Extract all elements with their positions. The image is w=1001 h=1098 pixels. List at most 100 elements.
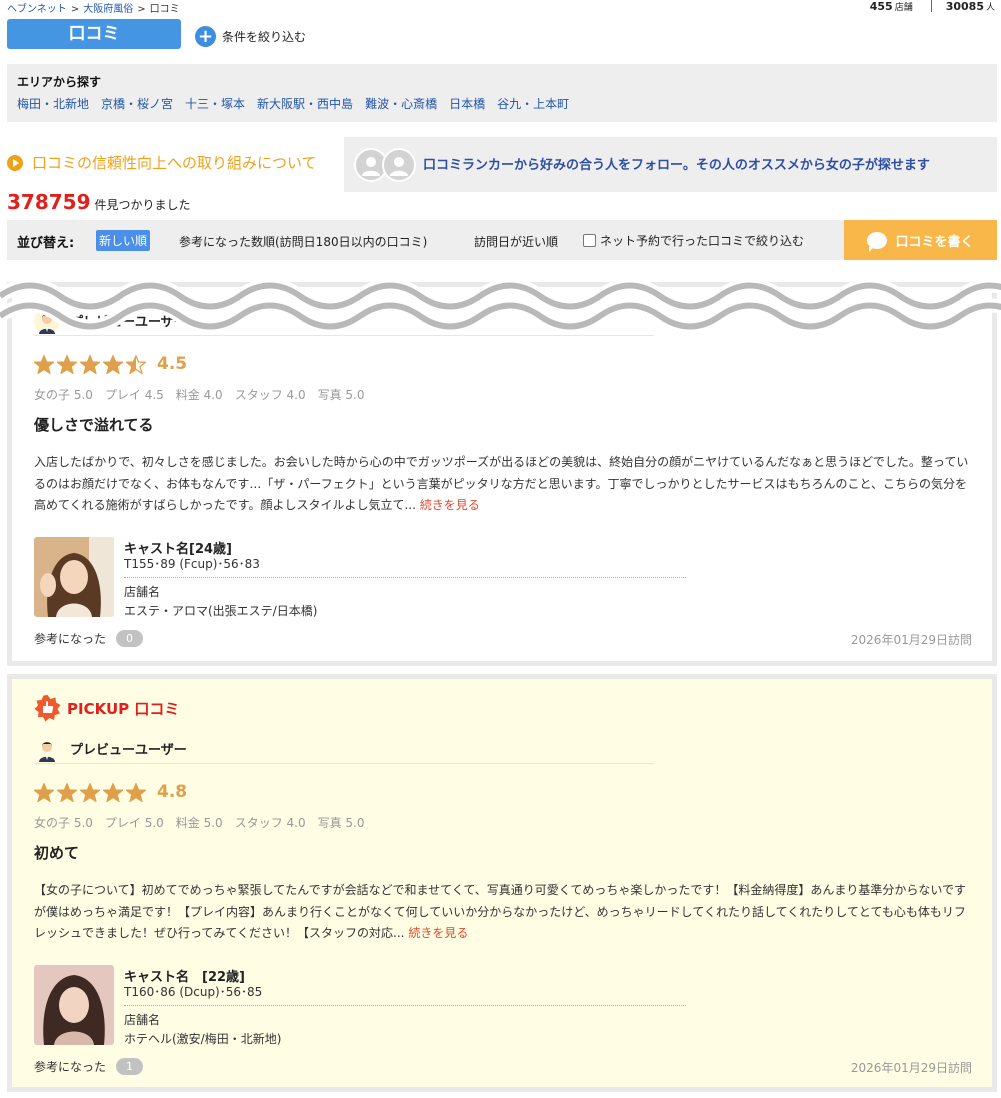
rating-score: 4.5 (157, 354, 188, 374)
ranker-avatars (354, 148, 422, 182)
breadcrumb-separator: > (137, 4, 146, 15)
speech-bubble-icon (867, 231, 888, 252)
sort-option-most-helpful[interactable]: 参考になった数順(訪問日180日以内の口コミ) (179, 233, 427, 250)
read-more-link[interactable]: 続きを見る (420, 498, 480, 512)
pickup-badge-icon (34, 695, 61, 722)
user-avatar-icon (39, 741, 55, 762)
sort-option-newest[interactable]: 新しい順 (96, 230, 151, 251)
result-count-number: 378759 (7, 190, 91, 214)
rating-score: 4.8 (157, 782, 188, 802)
read-more-link[interactable]: 続きを見る (408, 926, 468, 940)
filter-conditions-label: 条件を絞り込む (222, 29, 307, 44)
helpful-count-button[interactable]: 1 (116, 1058, 144, 1075)
area-link-shinosaka[interactable]: 新大阪駅・西中島 (257, 95, 353, 112)
top-bar: ヘブンネット > 大阪府風俗 > 口コミ 455 店舗 30085 人 (0, 0, 1001, 15)
net-reservation-checkbox[interactable] (583, 234, 596, 247)
helpful-label: 参考になった (34, 1060, 107, 1074)
stats-divider (930, 0, 932, 12)
rating-row: 4.8 (34, 782, 187, 802)
helpful-label: 参考になった (34, 632, 107, 646)
shop-label: 店舗名 (124, 1013, 161, 1027)
shops-unit: 店舗 (894, 3, 913, 13)
shop-label: 店舗名 (124, 585, 161, 599)
sort-bar: 並び替え: 新しい順 参考になった数順(訪問日180日以内の口コミ) 訪問日が近… (7, 220, 997, 260)
area-link-umeda[interactable]: 梅田・北新地 (17, 95, 89, 112)
cast-spec: T155･89 (Fcup)･56･83 (124, 557, 260, 571)
area-link-juso[interactable]: 十三・塚本 (185, 95, 245, 112)
breadcrumb-separator: > (70, 4, 80, 15)
net-reservation-filter[interactable]: ネット予約で行った口コミで絞り込む (583, 232, 804, 249)
breadcrumb-item-heavennet[interactable]: ヘブンネット (7, 4, 67, 15)
review-body-text: 【女の子について】初めてでめっちゃ緊張してたんですが会話などで和ませてくて、写真… (34, 883, 967, 940)
area-link-list: 梅田・北新地 京橋・桜ノ宮 十三・塚本 新大阪駅・西中島 難波・心斎橋 日本橋 … (17, 95, 569, 112)
write-review-button[interactable]: 口コミを書く (844, 220, 997, 260)
sub-ratings: 女の子 5.0 プレイ 5.0 料金 5.0 スタッフ 4.0 写真 5.0 (34, 816, 365, 830)
site-stats: 455 店舗 30085 人 (870, 0, 995, 13)
star-icon (80, 782, 100, 802)
star-icon (126, 782, 146, 802)
visit-date: 2026年01月29日訪問 (850, 633, 972, 647)
area-link-nipponbashi[interactable]: 日本橋 (449, 95, 485, 112)
review-body: 【女の子について】初めてでめっちゃ緊張してたんですが会話などで和ませてくて、写真… (34, 880, 974, 945)
star-icon (57, 354, 77, 374)
people-count: 30085 (945, 0, 984, 13)
shop-name[interactable]: ホテヘル(激安/梅田・北新地) (124, 1030, 281, 1047)
breadcrumb: ヘブンネット > 大阪府風俗 > 口コミ (7, 0, 180, 15)
pickup-header: PICKUP 口コミ (34, 695, 179, 722)
ranker-follow-text: 口コミランカーから好みの合う人をフォロー。その人のオススメから女の子が探せます (423, 158, 930, 173)
area-search-title: エリアから探す (17, 75, 102, 89)
star-icon (103, 354, 123, 374)
plus-icon: + (195, 25, 216, 47)
person-placeholder-icon (382, 148, 416, 182)
cast-photo[interactable] (34, 965, 114, 1045)
result-count: 378759 件見つかりました (7, 190, 191, 214)
helpful-count-button[interactable]: 0 (116, 630, 144, 647)
star-icon (34, 782, 54, 802)
star-rating (34, 354, 146, 374)
star-icon (103, 782, 123, 802)
area-link-kyobashi[interactable]: 京橋・桜ノ宮 (101, 95, 173, 112)
review-card: プレビューユーザー 4.5 女の子 5.0 プレイ 4.5 料金 4.0 スタッ… (7, 282, 997, 666)
shop-name[interactable]: エステ・アロマ(出張エステ/日本橋) (124, 602, 317, 619)
write-review-label: 口コミを書く (895, 234, 974, 250)
breadcrumb-item-osaka[interactable]: 大阪府風俗 (83, 4, 133, 15)
trust-initiative-link[interactable]: 口コミの信頼性向上への取り組みについて (7, 152, 317, 173)
cast-spec: T160･86 (Dcup)･56･85 (124, 985, 263, 999)
star-icon (80, 354, 100, 374)
sort-label: 並び替え: (17, 236, 75, 251)
kuchikomi-tab-button[interactable]: 口コミ (7, 19, 181, 49)
ranker-follow-banner[interactable]: 口コミランカーから好みの合う人をフォロー。その人のオススメから女の子が探せます (344, 137, 997, 192)
helpful-section: 参考になった 1 (34, 1058, 144, 1075)
cast-photo[interactable] (34, 537, 114, 617)
sort-option-recent-visit[interactable]: 訪問日が近い順 (474, 233, 558, 250)
rating-row: 4.5 (34, 354, 187, 374)
filter-conditions-link[interactable]: + 条件を絞り込む (195, 25, 306, 47)
area-link-tanikyu[interactable]: 谷九・上本町 (497, 95, 569, 112)
star-rating (34, 782, 146, 802)
pickup-review-card: PICKUP 口コミ プレビューユーザー 4.8 女の子 5.0 プレイ 5.0… (7, 674, 997, 1092)
net-reservation-label: ネット予約で行った口コミで絞り込む (600, 234, 805, 248)
breadcrumb-item-current: 口コミ (149, 4, 180, 15)
play-circle-icon (7, 154, 23, 171)
star-icon (126, 354, 146, 374)
pickup-label: PICKUP 口コミ (67, 700, 180, 718)
star-icon (34, 354, 54, 374)
cast-divider (124, 577, 686, 578)
review-body: 入店したばかりで、初々しさを感じました。お会いした時から心の中でガッツポーズが出… (34, 452, 974, 517)
area-search-panel: エリアから探す 梅田・北新地 京橋・桜ノ宮 十三・塚本 新大阪駅・西中島 難波・… (7, 64, 997, 122)
trust-initiative-label: 口コミの信頼性向上への取り組みについて (32, 154, 317, 172)
reviewer-name[interactable]: プレビューユーザー (70, 739, 187, 758)
sub-ratings: 女の子 5.0 プレイ 4.5 料金 4.0 スタッフ 4.0 写真 5.0 (34, 388, 365, 402)
cast-divider (124, 1005, 686, 1006)
review-title[interactable]: 初めて (34, 842, 79, 863)
visit-date: 2026年01月29日訪問 (850, 1061, 972, 1075)
review-title[interactable]: 優しさで溢れてる (34, 414, 154, 435)
review-body-text: 入店したばかりで、初々しさを感じました。お会いした時から心の中でガッツポーズが出… (34, 455, 969, 512)
wave-overlay (0, 278, 1001, 330)
area-link-namba[interactable]: 難波・心斎橋 (365, 95, 437, 112)
review-user-row: プレビューユーザー (34, 734, 654, 764)
star-icon (57, 782, 77, 802)
people-unit: 人 (985, 3, 995, 13)
shops-count: 455 (869, 0, 893, 13)
helpful-section: 参考になった 0 (34, 630, 144, 647)
